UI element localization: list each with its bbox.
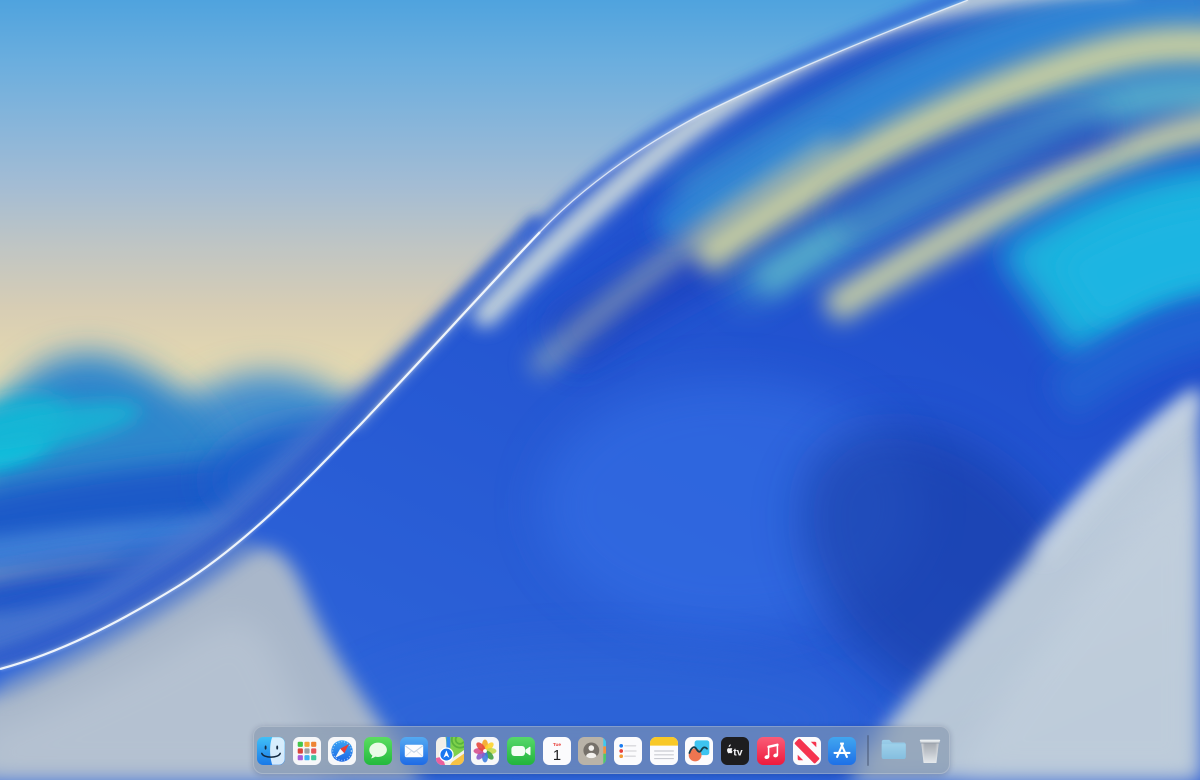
svg-text:1: 1 [552, 748, 560, 764]
svg-text:tv: tv [733, 746, 742, 758]
